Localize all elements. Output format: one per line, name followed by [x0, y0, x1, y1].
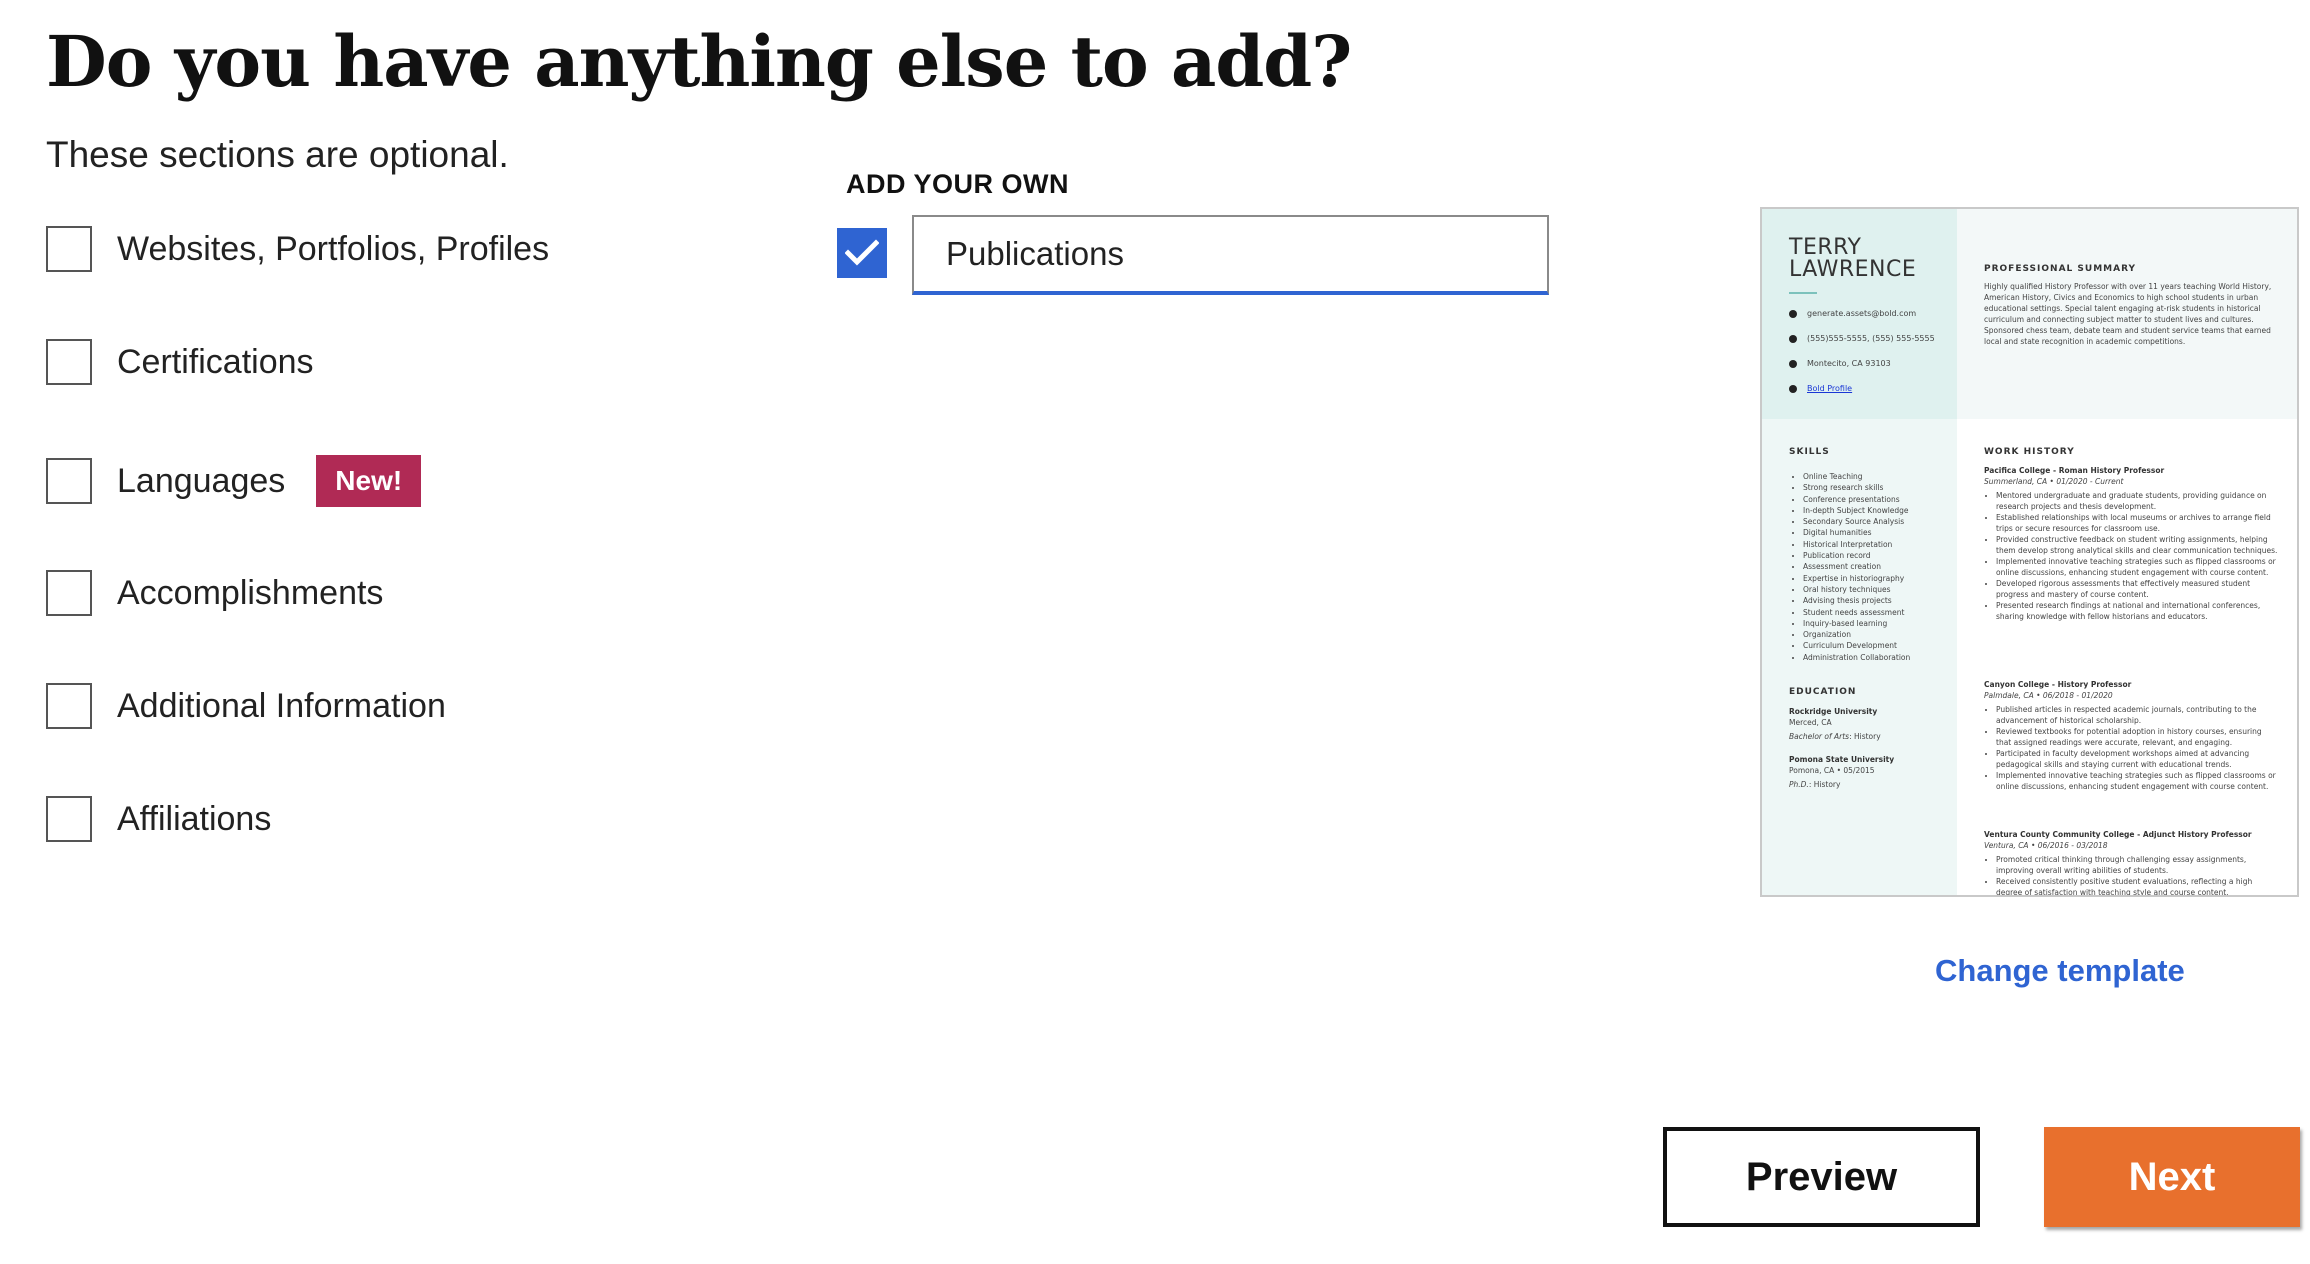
- skill-item: Student needs assessment: [1803, 607, 1963, 618]
- skill-item: Organization: [1803, 629, 1963, 640]
- skill-item: Historical Interpretation: [1803, 539, 1963, 550]
- option-label: Affiliations: [117, 799, 272, 838]
- resume-profile: Bold Profile: [1789, 384, 1852, 393]
- option-certifications[interactable]: Certifications: [46, 339, 314, 385]
- add-your-own-checkbox[interactable]: [837, 228, 887, 278]
- resume-summary-heading: PROFESSIONAL SUMMARY: [1984, 264, 2137, 274]
- checkbox-additional-information[interactable]: [46, 683, 92, 729]
- job-bullet: Provided constructive feedback on studen…: [1996, 534, 2279, 556]
- link-icon: [1789, 384, 1797, 393]
- skill-item: Digital humanities: [1803, 527, 1963, 538]
- checkbox-affiliations[interactable]: [46, 796, 92, 842]
- resume-name: TERRY LAWRENCE: [1789, 235, 1917, 282]
- skill-item: Secondary Source Analysis: [1803, 516, 1963, 527]
- skill-item: Oral history techniques: [1803, 584, 1963, 595]
- next-button[interactable]: Next: [2044, 1127, 2300, 1227]
- job-bullet: Implemented innovative teaching strategi…: [1996, 770, 2279, 792]
- skill-item: Assessment creation: [1803, 561, 1963, 572]
- resume-skills-list: Online Teaching Strong research skills C…: [1789, 471, 1963, 663]
- add-your-own-heading: ADD YOUR OWN: [846, 169, 1070, 199]
- resume-education-item: Rockridge University Merced, CA Bachelor…: [1789, 707, 1881, 741]
- job-bullet: Published articles in respected academic…: [1996, 704, 2279, 726]
- page-title: Do you have anything else to add?: [46, 20, 1352, 103]
- location-pin-icon: [1789, 359, 1797, 368]
- resume-job: Canyon College - History Professor Palmd…: [1984, 679, 2279, 792]
- custom-section-input[interactable]: [912, 215, 1549, 295]
- job-bullet: Participated in faculty development work…: [1996, 748, 2279, 770]
- job-bullet: Implemented innovative teaching strategi…: [1996, 556, 2279, 578]
- option-websites[interactable]: Websites, Portfolios, Profiles: [46, 226, 549, 272]
- resume-work-heading: WORK HISTORY: [1984, 447, 2075, 457]
- option-label: Certifications: [117, 342, 314, 381]
- resume-skills-heading: SKILLS: [1789, 447, 1830, 457]
- checkbox-languages[interactable]: [46, 458, 92, 504]
- skill-item: Advising thesis projects: [1803, 595, 1963, 606]
- resume-phone: (555)555-5555, (555) 555-5555: [1789, 334, 1935, 343]
- skill-item: Conference presentations: [1803, 494, 1963, 505]
- skill-item: Inquiry-based learning: [1803, 618, 1963, 629]
- job-bullet: Reviewed textbooks for potential adoptio…: [1996, 726, 2279, 748]
- option-label: Languages: [117, 461, 286, 500]
- skill-item: Curriculum Development: [1803, 640, 1963, 651]
- option-languages[interactable]: Languages New!: [46, 455, 422, 507]
- option-accomplishments[interactable]: Accomplishments: [46, 570, 383, 616]
- resume-preview[interactable]: TERRY LAWRENCE generate.assets@bold.com …: [1760, 207, 2299, 897]
- checkbox-websites[interactable]: [46, 226, 92, 272]
- option-label: Accomplishments: [117, 573, 384, 612]
- option-affiliations[interactable]: Affiliations: [46, 796, 271, 842]
- new-badge: New!: [316, 455, 422, 507]
- job-bullet: Developed rigorous assessments that effe…: [1996, 578, 2279, 600]
- skill-item: Strong research skills: [1803, 482, 1963, 493]
- checkbox-accomplishments[interactable]: [46, 570, 92, 616]
- resume-job: Ventura County Community College - Adjun…: [1984, 829, 2279, 895]
- preview-button[interactable]: Preview: [1663, 1127, 1980, 1227]
- change-template-link[interactable]: Change template: [1935, 953, 2185, 989]
- job-bullet: Presented research findings at national …: [1996, 600, 2279, 622]
- option-label: Websites, Portfolios, Profiles: [117, 229, 550, 268]
- resume-email: generate.assets@bold.com: [1789, 309, 1916, 318]
- resume-location: Montecito, CA 93103: [1789, 359, 1891, 368]
- page-subtitle: These sections are optional.: [46, 134, 509, 175]
- job-bullet: Received consistently positive student e…: [1996, 876, 2279, 895]
- resume-name-rule: [1789, 292, 1817, 294]
- resume-summary: Highly qualified History Professor with …: [1984, 282, 2272, 346]
- skill-item: In-depth Subject Knowledge: [1803, 505, 1963, 516]
- email-icon: [1789, 309, 1797, 318]
- resume-education-heading: EDUCATION: [1789, 687, 1857, 697]
- skill-item: Publication record: [1803, 550, 1963, 561]
- job-bullet: Established relationships with local mus…: [1996, 512, 2279, 534]
- skill-item: Expertise in historiography: [1803, 573, 1963, 584]
- phone-icon: [1789, 334, 1797, 343]
- checkbox-certifications[interactable]: [46, 339, 92, 385]
- skill-item: Administration Collaboration: [1803, 652, 1963, 663]
- job-bullet: Mentored undergraduate and graduate stud…: [1996, 490, 2279, 512]
- resume-job: Pacifica College - Roman History Profess…: [1984, 465, 2279, 622]
- checkmark-icon: [845, 239, 879, 266]
- option-additional-information[interactable]: Additional Information: [46, 683, 446, 729]
- option-label: Additional Information: [117, 686, 446, 725]
- skill-item: Online Teaching: [1803, 471, 1963, 482]
- resume-education-item: Pomona State University Pomona, CA • 05/…: [1789, 755, 1895, 789]
- job-bullet: Promoted critical thinking through chall…: [1996, 854, 2279, 876]
